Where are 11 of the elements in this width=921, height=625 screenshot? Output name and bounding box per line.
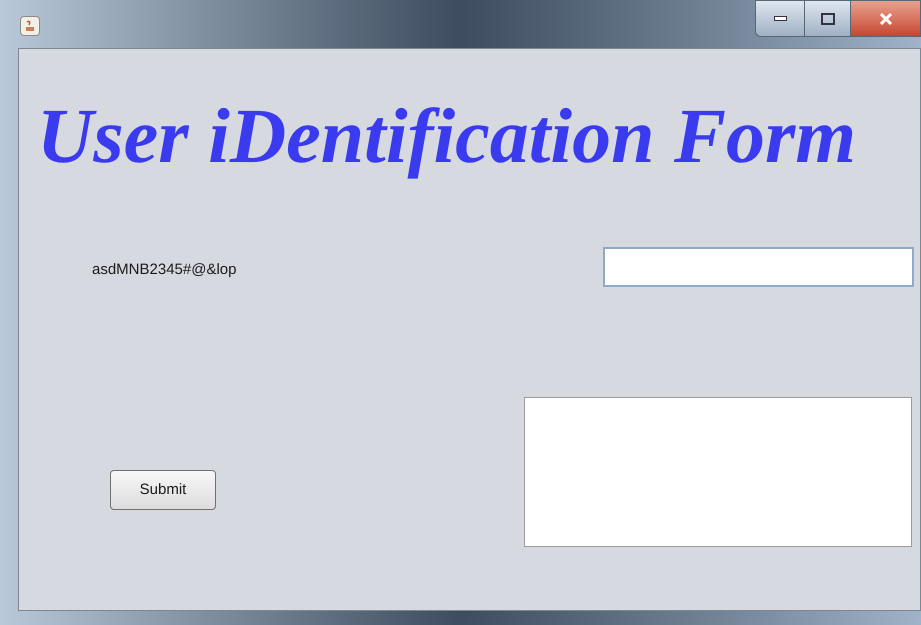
- maximize-button[interactable]: [804, 1, 850, 36]
- app-icon: [20, 16, 40, 36]
- text-field[interactable]: [603, 247, 914, 287]
- maximize-icon: [820, 12, 834, 24]
- submit-button[interactable]: Submit: [110, 470, 216, 510]
- close-button[interactable]: [850, 1, 920, 36]
- minimize-button[interactable]: [756, 1, 804, 36]
- close-icon: [880, 12, 892, 24]
- form-label: asdMNB2345#@&lop: [92, 260, 236, 280]
- minimize-icon: [774, 16, 786, 21]
- form-heading: User iDentification Form: [37, 93, 856, 179]
